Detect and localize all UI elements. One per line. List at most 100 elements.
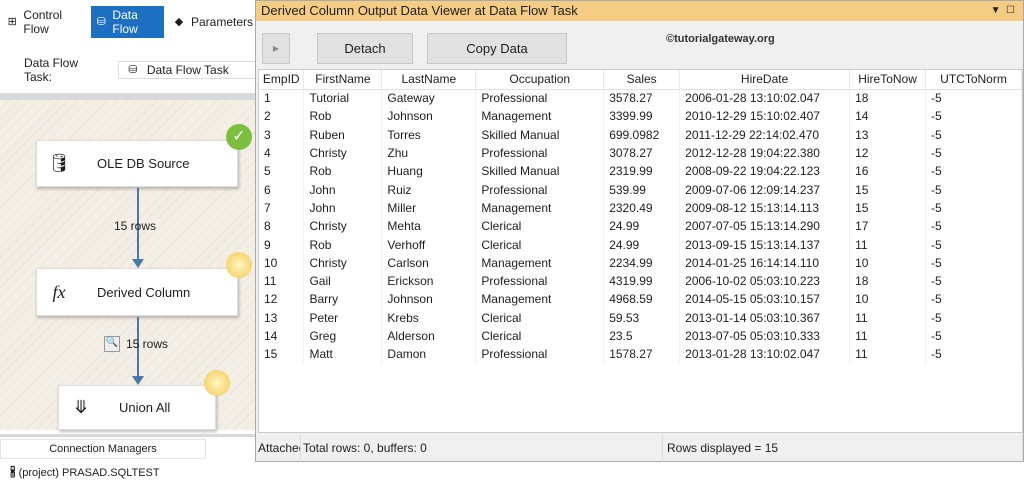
table-cell: -5 <box>925 326 1022 346</box>
table-cell: 2 <box>259 107 305 126</box>
table-cell: Huang <box>381 162 477 181</box>
detach-button[interactable]: Detach <box>317 33 413 64</box>
table-cell: 1 <box>259 89 305 108</box>
table-cell: 2010-12-29 15:10:02.407 <box>679 107 851 126</box>
table-cell: 699.0982 <box>603 125 681 144</box>
table-cell: Rob <box>303 162 383 181</box>
column-header[interactable]: EmpID <box>259 70 305 90</box>
table-row[interactable]: 11 Gail Erickson Professional 4319.99 2006-10… <box>259 271 1022 291</box>
column-header[interactable]: Occupation <box>475 70 605 90</box>
data-grid[interactable]: EmpID FirstName LastName Occupation Sales Hir… <box>258 69 1023 433</box>
table-cell: 2009-07-06 12:09:14.237 <box>679 180 851 199</box>
table-cell: -5 <box>925 89 1022 108</box>
tab-parameters[interactable]: ◆ Parameters <box>168 13 256 31</box>
status-total-rows: Total rows: 0, buffers: 0 <box>301 434 663 462</box>
table-cell: Professional <box>475 89 605 108</box>
table-cell: 2014-05-15 05:03:10.157 <box>679 290 851 309</box>
table-row[interactable]: 12 Barry Johnson Management 4968.59 2014-05-1… <box>259 290 1022 309</box>
table-cell: 2009-08-12 15:13:14.113 <box>679 198 851 218</box>
union-icon: ⤋ <box>73 397 89 417</box>
table-cell: 16 <box>849 162 927 181</box>
table-cell: 2014-01-25 16:14:14.110 <box>679 253 851 272</box>
table-cell: Miller <box>381 198 477 218</box>
maximize-icon[interactable]: ☐ <box>1006 5 1015 16</box>
table-cell: Clerical <box>475 235 605 254</box>
table-cell: John <box>303 180 383 199</box>
table-cell: Management <box>475 107 605 126</box>
copy-data-button[interactable]: Copy Data <box>427 33 567 64</box>
column-header[interactable]: UTCToNorm <box>925 70 1022 90</box>
table-cell: Christy <box>303 143 383 163</box>
table-cell: Ruben <box>303 125 383 144</box>
table-cell: Rob <box>303 235 383 254</box>
design-canvas[interactable]: 🛢 OLE DB Source ✓ 15 rows fx Derived Colum… <box>0 100 256 430</box>
table-row[interactable]: 4 Christy Zhu Professional 3078.27 2012-12-28… <box>259 143 1022 163</box>
table-row[interactable]: 6 John Ruiz Professional 539.99 2009-07-06 12… <box>259 180 1022 199</box>
table-cell: 2006-10-02 05:03:10.223 <box>679 271 851 291</box>
table-cell: 17 <box>849 217 927 236</box>
data-flow-task-label: Data Flow Task: <box>24 56 79 84</box>
data-viewer-icon[interactable]: 🔍 <box>104 336 120 352</box>
table-cell: Krebs <box>381 308 477 327</box>
window-title-bar: Derived Column Output Data Viewer at Dat… <box>256 1 1023 21</box>
table-row[interactable]: 1 Tutorial Gateway Professional 3578.27 2006-… <box>259 89 1022 108</box>
ole-db-source-component[interactable]: 🛢 OLE DB Source <box>36 140 238 187</box>
table-cell: 13 <box>849 125 927 144</box>
expand-button[interactable]: ▶ <box>262 33 290 64</box>
table-cell: 59.53 <box>603 308 681 327</box>
table-row[interactable]: 14 Greg Alderson Clerical 23.5 2013-07-05 05:… <box>259 326 1022 346</box>
table-row[interactable]: 10 Christy Carlson Management 2234.99 2014-01… <box>259 253 1022 272</box>
table-cell: 24.99 <box>603 235 681 254</box>
table-cell: 2320.49 <box>603 198 681 218</box>
data-flow-icon: ⛁ <box>128 64 138 76</box>
table-cell: Carlson <box>381 253 477 272</box>
running-icon <box>226 252 252 278</box>
table-cell: -5 <box>925 107 1022 126</box>
table-row[interactable]: 5 Rob Huang Skilled Manual 2319.99 2008-09-22… <box>259 162 1022 181</box>
table-cell: 10 <box>849 290 927 309</box>
table-row[interactable]: 2 Rob Johnson Management 3399.99 2010-12-29 1… <box>259 107 1022 126</box>
column-header[interactable]: LastName <box>381 70 477 90</box>
table-row[interactable]: 3 Ruben Torres Skilled Manual 699.0982 2011-1… <box>259 125 1022 144</box>
table-row[interactable]: 7 John Miller Management 2320.49 2009-08-12 1… <box>259 198 1022 218</box>
table-cell: Professional <box>475 180 605 199</box>
table-cell: 23.5 <box>603 326 681 346</box>
table-row[interactable]: 13 Peter Krebs Clerical 59.53 2013-01-14 05:0… <box>259 308 1022 327</box>
table-cell: -5 <box>925 308 1022 327</box>
tab-data-flow[interactable]: ⛁ Data Flow <box>91 6 164 38</box>
table-row[interactable]: 15 Matt Damon Professional 1578.27 2013-01-28… <box>259 345 1022 364</box>
tab-control-flow[interactable]: ⊞ Control Flow <box>2 6 87 38</box>
column-header[interactable]: HireToNow <box>849 70 927 90</box>
derived-column-component[interactable]: fx Derived Column <box>36 268 238 316</box>
table-cell: Skilled Manual <box>475 125 605 144</box>
column-header[interactable]: FirstName <box>303 70 383 90</box>
column-header[interactable]: Sales <box>603 70 681 90</box>
table-cell: 2234.99 <box>603 253 681 272</box>
table-cell: Management <box>475 290 605 309</box>
table-cell: -5 <box>925 271 1022 291</box>
table-cell: 15 <box>849 198 927 218</box>
column-header[interactable]: HireDate <box>679 70 851 90</box>
table-row[interactable]: 8 Christy Mehta Clerical 24.99 2007-07-05 15:… <box>259 217 1022 236</box>
table-cell: 1578.27 <box>603 345 681 364</box>
connection-item[interactable]: 🖁 (project) PRASAD.SQLTEST <box>10 464 160 483</box>
table-cell: 12 <box>849 143 927 163</box>
table-row[interactable]: 9 Rob Verhoff Clerical 24.99 2013-09-15 15:13… <box>259 235 1022 254</box>
table-cell: 15 <box>849 180 927 199</box>
dropdown-icon[interactable]: ▼ <box>991 5 1001 16</box>
data-flow-task-select[interactable]: ⛁ Data Flow Task <box>117 61 256 79</box>
status-bar: Attached Total rows: 0, buffers: 0 Rows … <box>256 434 1023 462</box>
connection-managers-tab[interactable]: Connection Managers <box>0 439 206 459</box>
table-cell: 24.99 <box>603 217 681 236</box>
table-cell: Damon <box>381 345 477 364</box>
table-cell: 9 <box>259 235 305 254</box>
union-all-component[interactable]: ⤋ Union All <box>58 385 216 430</box>
table-cell: 14 <box>259 326 305 346</box>
table-cell: 2012-12-28 19:04:22.380 <box>679 143 851 163</box>
table-cell: 2013-01-14 05:03:10.367 <box>679 308 851 327</box>
path-row-count: 15 rows <box>126 337 169 351</box>
table-cell: Greg <box>303 326 383 346</box>
table-cell: 2013-07-05 05:03:10.333 <box>679 326 851 346</box>
table-cell: Torres <box>381 125 477 144</box>
table-cell: 11 <box>849 326 927 346</box>
